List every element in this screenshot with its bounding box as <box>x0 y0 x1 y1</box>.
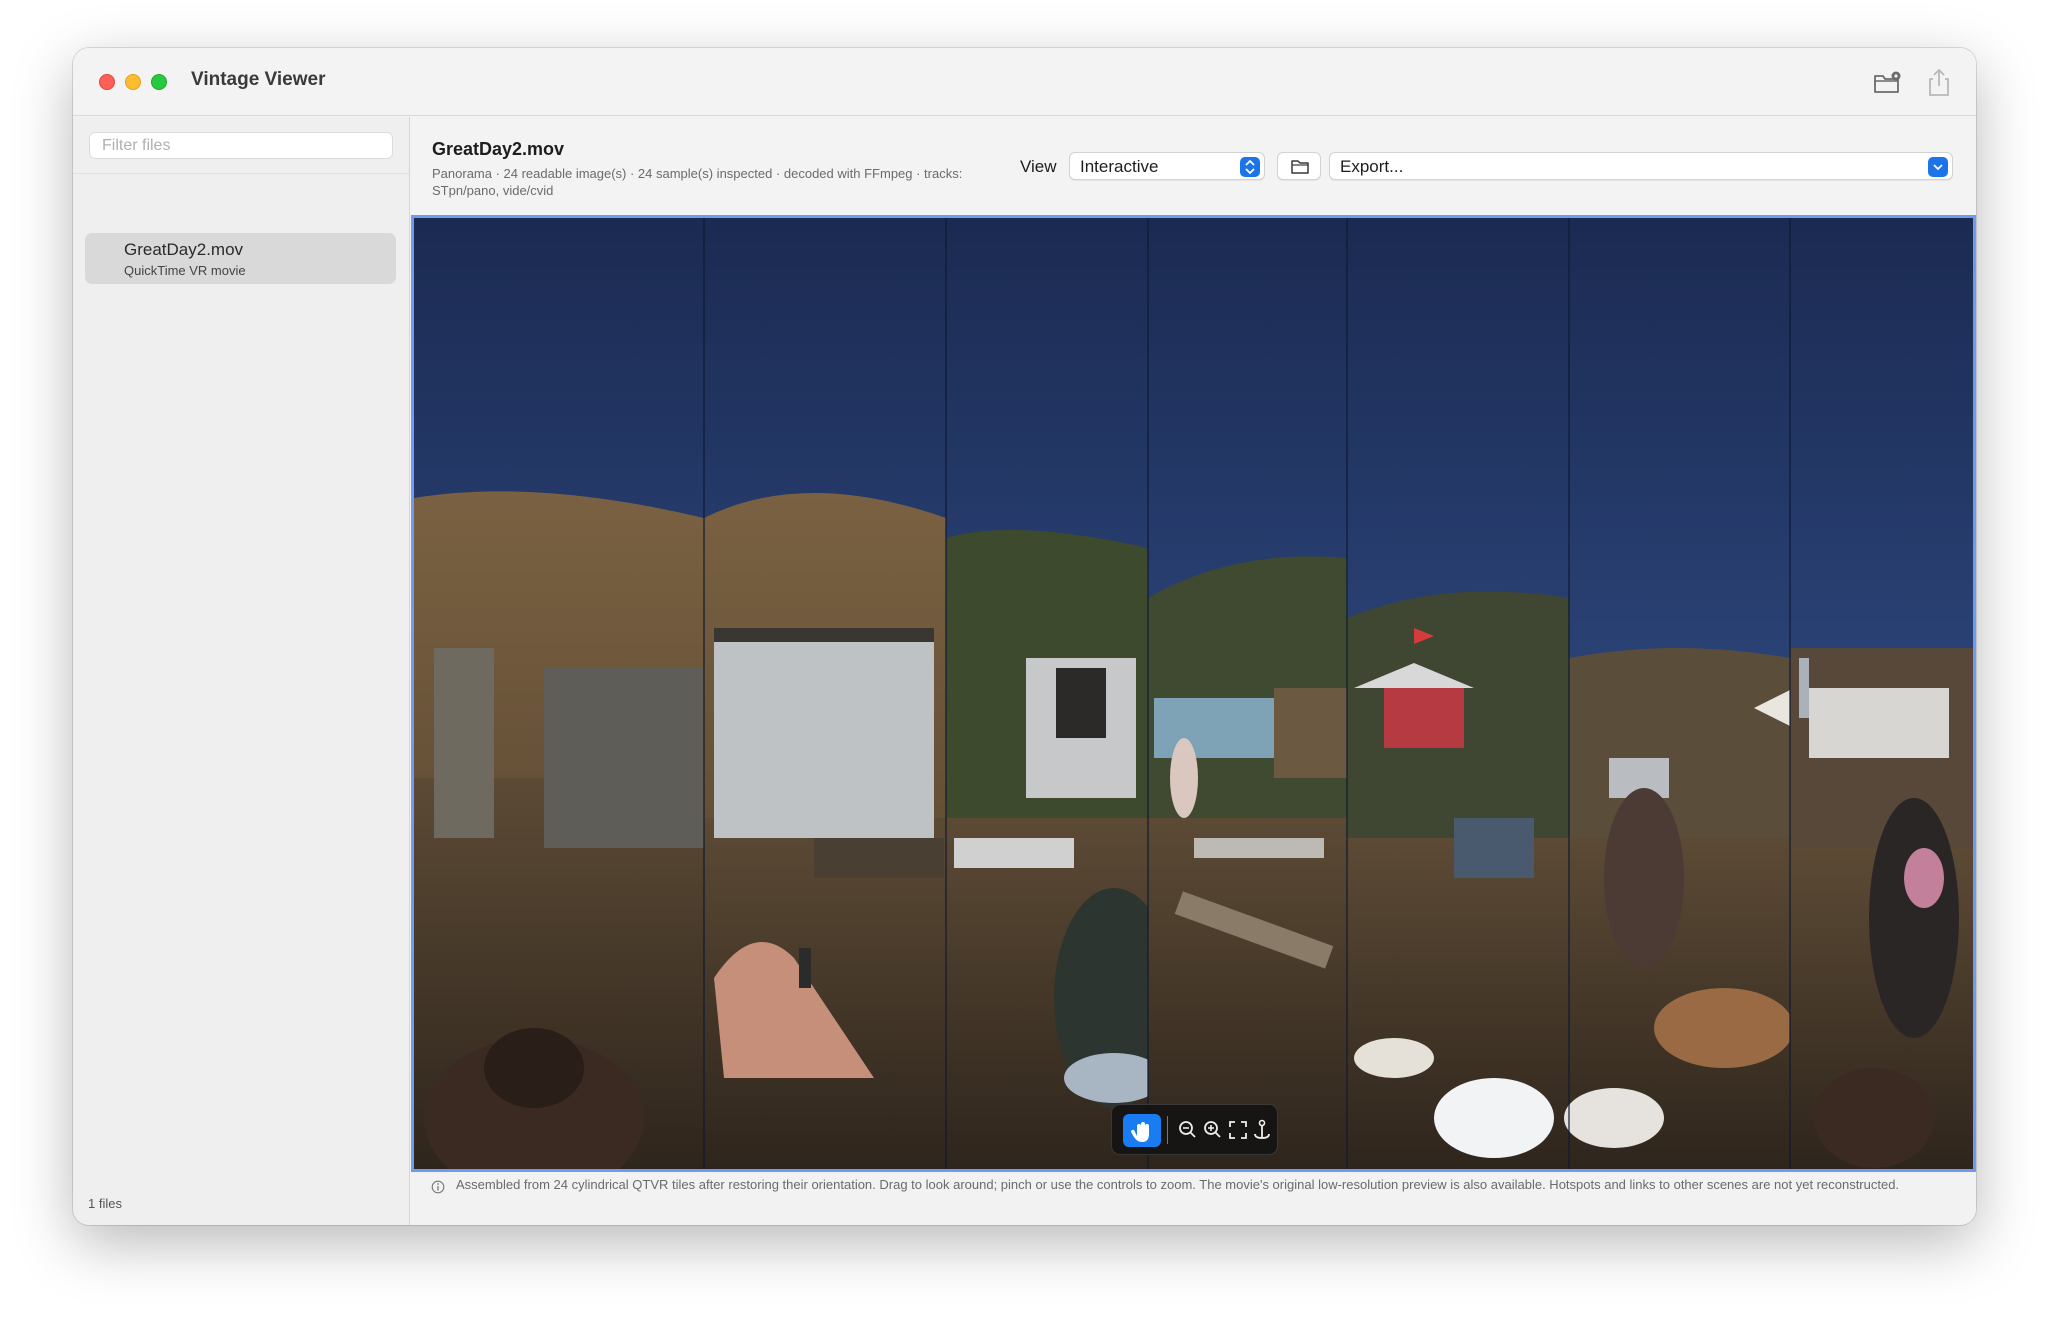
info-icon <box>431 1180 445 1194</box>
hand-icon[interactable] <box>1123 1114 1161 1147</box>
file-count: 1 files <box>88 1196 122 1211</box>
view-label: View <box>1020 157 1057 176</box>
status-footer: Assembled from 24 cylindrical QTVR tiles… <box>411 1172 1976 1225</box>
file-name: GreatDay2.mov <box>124 240 244 259</box>
viewer-toolbar <box>1111 1104 1278 1155</box>
export-select[interactable]: Export... <box>1329 152 1953 180</box>
share-icon[interactable] <box>1922 66 1956 100</box>
document-metadata: Panorama · 24 readable image(s) · 24 sam… <box>432 166 963 198</box>
file-kind: QuickTime VR movie <box>124 263 246 278</box>
anchor-icon[interactable] <box>1248 1116 1276 1144</box>
view-mode-select[interactable]: Interactive <box>1069 152 1265 180</box>
zoom-window-button[interactable] <box>151 74 167 90</box>
minimize-window-button[interactable] <box>125 74 141 90</box>
footer-note: Assembled from 24 cylindrical QTVR tiles… <box>456 1177 1900 1192</box>
toolbar-divider <box>1167 1116 1168 1144</box>
folder-badge-icon[interactable] <box>1870 66 1904 100</box>
document-header: GreatDay2.mov Panorama · 24 readable ima… <box>411 117 1976 215</box>
close-window-button[interactable] <box>99 74 115 90</box>
reveal-folder-button[interactable] <box>1277 152 1321 180</box>
zoom-in-icon[interactable] <box>1199 1116 1227 1144</box>
folder-icon <box>1291 160 1309 174</box>
chevron-down-icon <box>1928 157 1948 177</box>
app-window: Vintage Viewer GreatDay2.mov QuickTime V… <box>73 48 1976 1225</box>
sidebar-divider <box>73 173 409 174</box>
updown-chevron-icon <box>1240 157 1260 177</box>
view-mode-value: Interactive <box>1080 157 1159 176</box>
sidebar-item-greatday2[interactable]: GreatDay2.mov QuickTime VR movie <box>85 233 396 284</box>
export-value: Export... <box>1340 157 1404 176</box>
filter-files-input[interactable] <box>89 132 393 159</box>
panorama-viewer[interactable] <box>411 215 1976 1172</box>
sidebar: GreatDay2.mov QuickTime VR movie 1 files <box>73 117 410 1225</box>
panorama-image <box>414 218 1973 1169</box>
document-title: GreatDay2.mov <box>432 139 565 159</box>
title-bar: Vintage Viewer <box>73 48 1976 116</box>
zoom-out-icon[interactable] <box>1174 1116 1202 1144</box>
app-title: Vintage Viewer <box>191 69 326 90</box>
